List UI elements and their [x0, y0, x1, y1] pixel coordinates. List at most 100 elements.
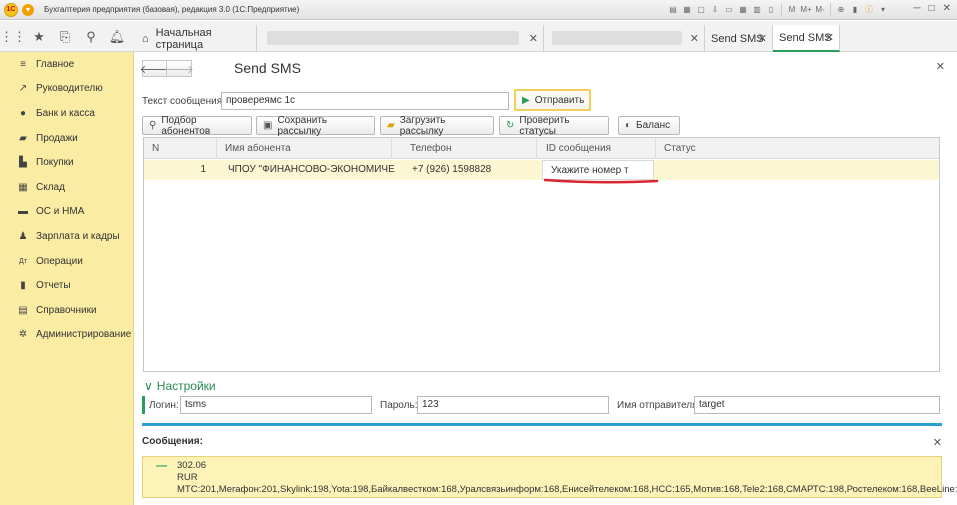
column-header[interactable]: Статус: [656, 138, 939, 159]
memory-m-icon[interactable]: M: [786, 3, 798, 16]
refresh-icon: ↻: [506, 120, 515, 131]
calculator-icon[interactable]: ▥: [751, 3, 763, 16]
bell-icon[interactable]: 🔔︎: [104, 21, 130, 52]
link-icon[interactable]: ▢: [695, 3, 707, 16]
history-icon[interactable]: ⎘: [52, 21, 78, 52]
tab-label: Send SMS: [711, 32, 764, 45]
close-form-icon[interactable]: ✕: [936, 60, 945, 73]
memory-m-plus-icon[interactable]: M+: [800, 3, 812, 16]
sidebar-item-operations[interactable]: Дт Операции: [0, 249, 133, 274]
attach-icon[interactable]: ⇩: [709, 3, 721, 16]
tab-home[interactable]: ⌂ Начальная страница: [134, 25, 257, 52]
tab-send-sms-active[interactable]: Send SMS ✕: [773, 25, 840, 52]
close-tab-icon[interactable]: ✕: [758, 32, 767, 45]
column-header[interactable]: Телефон: [402, 138, 537, 159]
tab-home-label: Начальная страница: [155, 26, 212, 51]
zoom-icon[interactable]: ⊕: [835, 3, 847, 16]
pick-subscribers-button[interactable]: ⚲ Подбор абонентов: [142, 115, 252, 137]
cell-n: 1: [200, 164, 206, 175]
save-mailing-button[interactable]: ▣ Сохранить рассылку: [256, 115, 375, 137]
close-tab-icon[interactable]: ✕: [825, 31, 834, 44]
window-title: Бухгалтерия предприятия (базовая), редак…: [44, 5, 300, 14]
title-toolbar: ▤ ▦ ▢ ⇩ ▭ ▦ ▥ ▯ M M+ M- ⊕ ▮ ⓘ ▾: [667, 3, 889, 16]
cell-status: [656, 160, 939, 180]
minimize-icon[interactable]: ─: [913, 3, 920, 14]
calendar-icon[interactable]: ▦: [737, 3, 749, 16]
dropdown-icon[interactable]: ▾: [877, 3, 889, 16]
sender-input[interactable]: target: [694, 396, 940, 414]
sidebar-item-sales[interactable]: ▰ Продажи: [0, 126, 133, 151]
apps-grid-icon[interactable]: ⋮⋮: [0, 21, 26, 52]
column-header[interactable]: N: [144, 138, 217, 159]
subscribers-table: N Имя абонента Телефон ID сообщения Стат…: [143, 137, 940, 372]
save-icon[interactable]: ▤: [667, 3, 679, 16]
messages-panel: Сообщения: ✕ — 302.06 RUR МТС:201,Мегафо…: [142, 423, 957, 505]
password-input[interactable]: 123: [417, 396, 609, 414]
back-arrow-icon[interactable]: 🡐: [140, 60, 169, 77]
message-line: МТС:201,Мегафон:201,Skylink:198,Yota:198…: [177, 484, 957, 495]
tab-hidden-1[interactable]: ✕: [257, 25, 544, 52]
messages-title: Сообщения:: [142, 436, 203, 447]
load-mailing-button[interactable]: ▰ Загрузить рассылку: [380, 115, 494, 137]
1c-logo-icon: 1С: [4, 2, 18, 17]
sidebar-item-admin[interactable]: ✲ Администрирование: [0, 323, 133, 348]
cell-message-id[interactable]: Укажите номер т: [542, 160, 654, 180]
close-tab-icon[interactable]: ✕: [529, 32, 538, 45]
settings-accent-bar: [142, 396, 145, 414]
column-header[interactable]: ID сообщения: [538, 138, 656, 159]
history-nav: 🡐 🡒: [140, 60, 194, 77]
message-line: 302.06: [177, 460, 207, 471]
sender-label: Имя отправителя:: [617, 400, 701, 411]
login-input[interactable]: tsms: [180, 396, 372, 414]
basket-icon: ▰: [19, 132, 27, 144]
sidebar-item-salary[interactable]: ♟ Зарплата и кадры: [0, 224, 133, 249]
sidebar-item-assets[interactable]: ▬ ОС и НМА: [0, 200, 133, 225]
sidebar-item-manager[interactable]: ↗ Руководителю: [0, 77, 133, 102]
sidebar-item-purchases[interactable]: ▙ Покупки: [0, 150, 133, 175]
cell-name: ЧПОУ "ФИНАНСОВО-ЭКОНОМИЧЕ: [228, 164, 395, 175]
chevron-down-icon: ∨: [144, 379, 153, 393]
collapse-dash-icon[interactable]: —: [156, 460, 167, 472]
main-menu-icon[interactable]: ▾: [22, 3, 34, 16]
tab-send-sms-1[interactable]: Send SMS ✕: [705, 25, 773, 52]
memory-m-minus-icon[interactable]: M-: [814, 3, 826, 16]
menu-lines-icon: ≡: [20, 58, 26, 70]
message-input[interactable]: провереямс 1с: [221, 92, 509, 110]
forward-arrow-icon[interactable]: 🡒: [164, 60, 194, 77]
favorites-star-icon[interactable]: ★: [26, 21, 52, 52]
maximize-icon[interactable]: □: [929, 3, 935, 14]
play-icon: ▶: [522, 94, 530, 106]
close-window-icon[interactable]: ✕: [943, 3, 951, 14]
print-icon[interactable]: ▦: [681, 3, 693, 16]
table-row[interactable]: 1 ЧПОУ "ФИНАНСОВО-ЭКОНОМИЧЕ +7 (926) 159…: [144, 160, 939, 180]
panel-icon[interactable]: ▮: [849, 3, 861, 16]
info-icon[interactable]: ⓘ: [863, 3, 875, 16]
home-icon: ⌂: [142, 32, 149, 45]
clipboard-icon[interactable]: ▭: [723, 3, 735, 16]
gear-icon: ✲: [18, 329, 28, 341]
nav-icon-bar: ⋮⋮ ★ ⎘ ⚲ 🔔︎: [0, 21, 134, 52]
coin-icon: ●: [19, 107, 27, 119]
search-icon: ⚲: [149, 120, 157, 131]
title-bar: 1С ▾ Бухгалтерия предприятия (базовая), …: [0, 0, 957, 20]
settings-toggle[interactable]: ∨ Настройки: [144, 379, 216, 393]
check-statuses-button[interactable]: ↻ Проверить статусы: [499, 115, 609, 137]
red-annotation-underline: [544, 178, 659, 184]
send-button[interactable]: ▶ Отправить: [514, 89, 591, 111]
sidebar-item-directories[interactable]: ▤ Справочники: [0, 298, 133, 323]
truck-icon: ▬: [18, 206, 28, 218]
sidebar-item-reports[interactable]: ▮ Отчеты: [0, 273, 133, 298]
close-messages-icon[interactable]: ✕: [933, 436, 942, 449]
column-header[interactable]: Имя абонента: [217, 138, 392, 159]
login-label: Логин:: [149, 400, 179, 411]
bar-chart-icon: ▮: [20, 280, 26, 292]
sidebar-item-bank[interactable]: ● Банк и касса: [0, 101, 133, 126]
tab-hidden-2[interactable]: ✕: [544, 25, 705, 52]
search-icon[interactable]: ⚲: [78, 21, 104, 52]
page-title: Send SMS: [234, 60, 301, 76]
sidebar-item-warehouse[interactable]: ▦ Склад: [0, 175, 133, 200]
balance-button[interactable]: ◐ Баланс: [618, 116, 680, 135]
document-icon[interactable]: ▯: [765, 3, 777, 16]
sidebar-item-main[interactable]: ≡ Главное: [0, 52, 133, 77]
close-tab-icon[interactable]: ✕: [690, 32, 699, 45]
